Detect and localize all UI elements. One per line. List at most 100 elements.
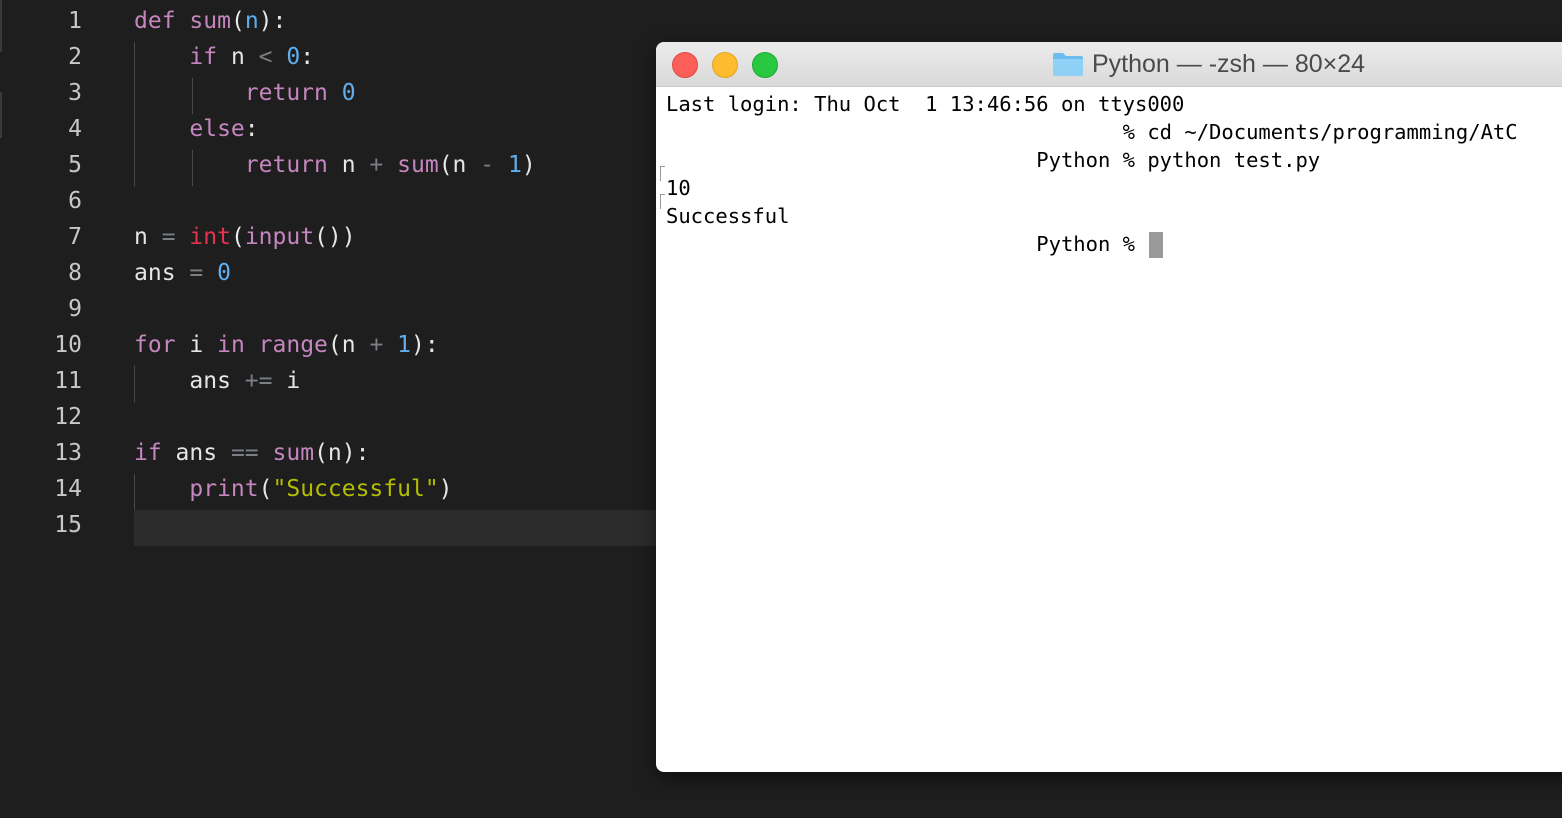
line-code: for i in range(n + 1): [134,330,439,360]
terminal-line: 10 [666,176,691,200]
code-token: ()) [314,224,356,250]
code-token: ans [134,260,190,286]
code-token: int [189,224,231,250]
code-token: n [327,152,370,178]
minimize-button[interactable] [712,52,738,78]
code-token: print [189,476,259,502]
code-token: 0 [341,80,356,106]
code-token: i [175,332,218,358]
terminal-window[interactable]: Python — -zsh — 80×24 Last login: Thu Oc… [656,42,1562,772]
code-token: n [217,44,259,70]
line-code: ans = 0 [134,258,231,288]
code-token: if [189,44,218,70]
code-token: (n [327,332,370,358]
maximize-button[interactable] [752,52,778,78]
code-token: ) [438,476,453,502]
code-token: if [134,440,162,466]
code-token: (n [438,152,481,178]
code-token: ans [161,440,231,466]
terminal-prompt-line: Python % [666,230,1164,258]
terminal-line: Python % python test.py [666,148,1321,172]
terminal-line: Last login: Thu Oct 1 13:46:56 on ttys00… [666,92,1185,116]
code-token: else [189,116,245,142]
code-token: : [244,116,259,142]
code-token: = [189,260,204,286]
line-code: n = int(input()) [134,222,356,252]
terminal-cursor [1149,232,1164,258]
code-token: return [244,152,328,178]
line-number: 5 [68,152,82,178]
code-token: == [230,440,259,466]
code-token: ): [258,8,287,34]
code-token: = [161,224,176,250]
code-token: ans [134,368,245,394]
code-token: + [369,332,384,358]
line-number: 4 [68,116,82,142]
line-number: 9 [68,296,82,322]
line-number: 6 [68,188,82,214]
line-number: 7 [68,224,82,250]
line-code: print("Successful") [134,474,453,504]
line-number: 12 [54,404,82,430]
terminal-titlebar[interactable]: Python — -zsh — 80×24 [656,42,1562,87]
code-token: 0 [217,260,231,286]
code-token: in [217,332,245,358]
line-number: 8 [68,260,82,286]
line-code: ans += i [134,366,300,396]
code-token: n [134,224,162,250]
terminal-line: Successful [666,204,790,228]
code-token: ) [521,152,536,178]
code-token: ( [230,8,245,34]
code-token: 1 [507,152,522,178]
close-button[interactable] [672,52,698,78]
code-token: < [258,44,273,70]
line-number: 11 [54,368,82,394]
code-token: 0 [286,44,301,70]
code-token: - [480,152,495,178]
code-token: sum [272,440,315,466]
code-token: + [369,152,384,178]
terminal-line: % cd ~/Documents/programming/AtC [666,120,1518,144]
line-code: return n + sum(n - 1) [134,150,536,180]
code-token: for [134,332,176,358]
mark-bracket [660,166,665,181]
line-number: 1 [68,8,82,34]
terminal-title: Python — -zsh — 80×24 [1052,42,1365,86]
line-number: 14 [54,476,82,502]
line-number: 3 [68,80,82,106]
line-code: if n < 0: [134,42,314,72]
code-token: (n): [314,440,370,466]
code-token: input [244,224,315,250]
line-number: 13 [54,440,82,466]
code-token: sum [397,152,439,178]
code-token: n [244,8,259,34]
line-code: return 0 [134,78,356,108]
terminal-title-text: Python — -zsh — 80×24 [1092,49,1366,78]
line-number: 2 [68,44,82,70]
code-token: i [272,368,301,394]
code-line[interactable]: 1 def sum(n): [0,2,1562,38]
line-code: if ans == sum(n): [134,438,369,468]
code-token: ): [411,332,439,358]
code-token: 1 [397,332,412,358]
code-token: : [300,44,315,70]
code-token: def [134,8,176,34]
folder-icon [1053,53,1083,76]
line-number: 10 [54,332,82,358]
code-token: return [244,80,328,106]
terminal-prompt: Python % [666,232,1148,256]
